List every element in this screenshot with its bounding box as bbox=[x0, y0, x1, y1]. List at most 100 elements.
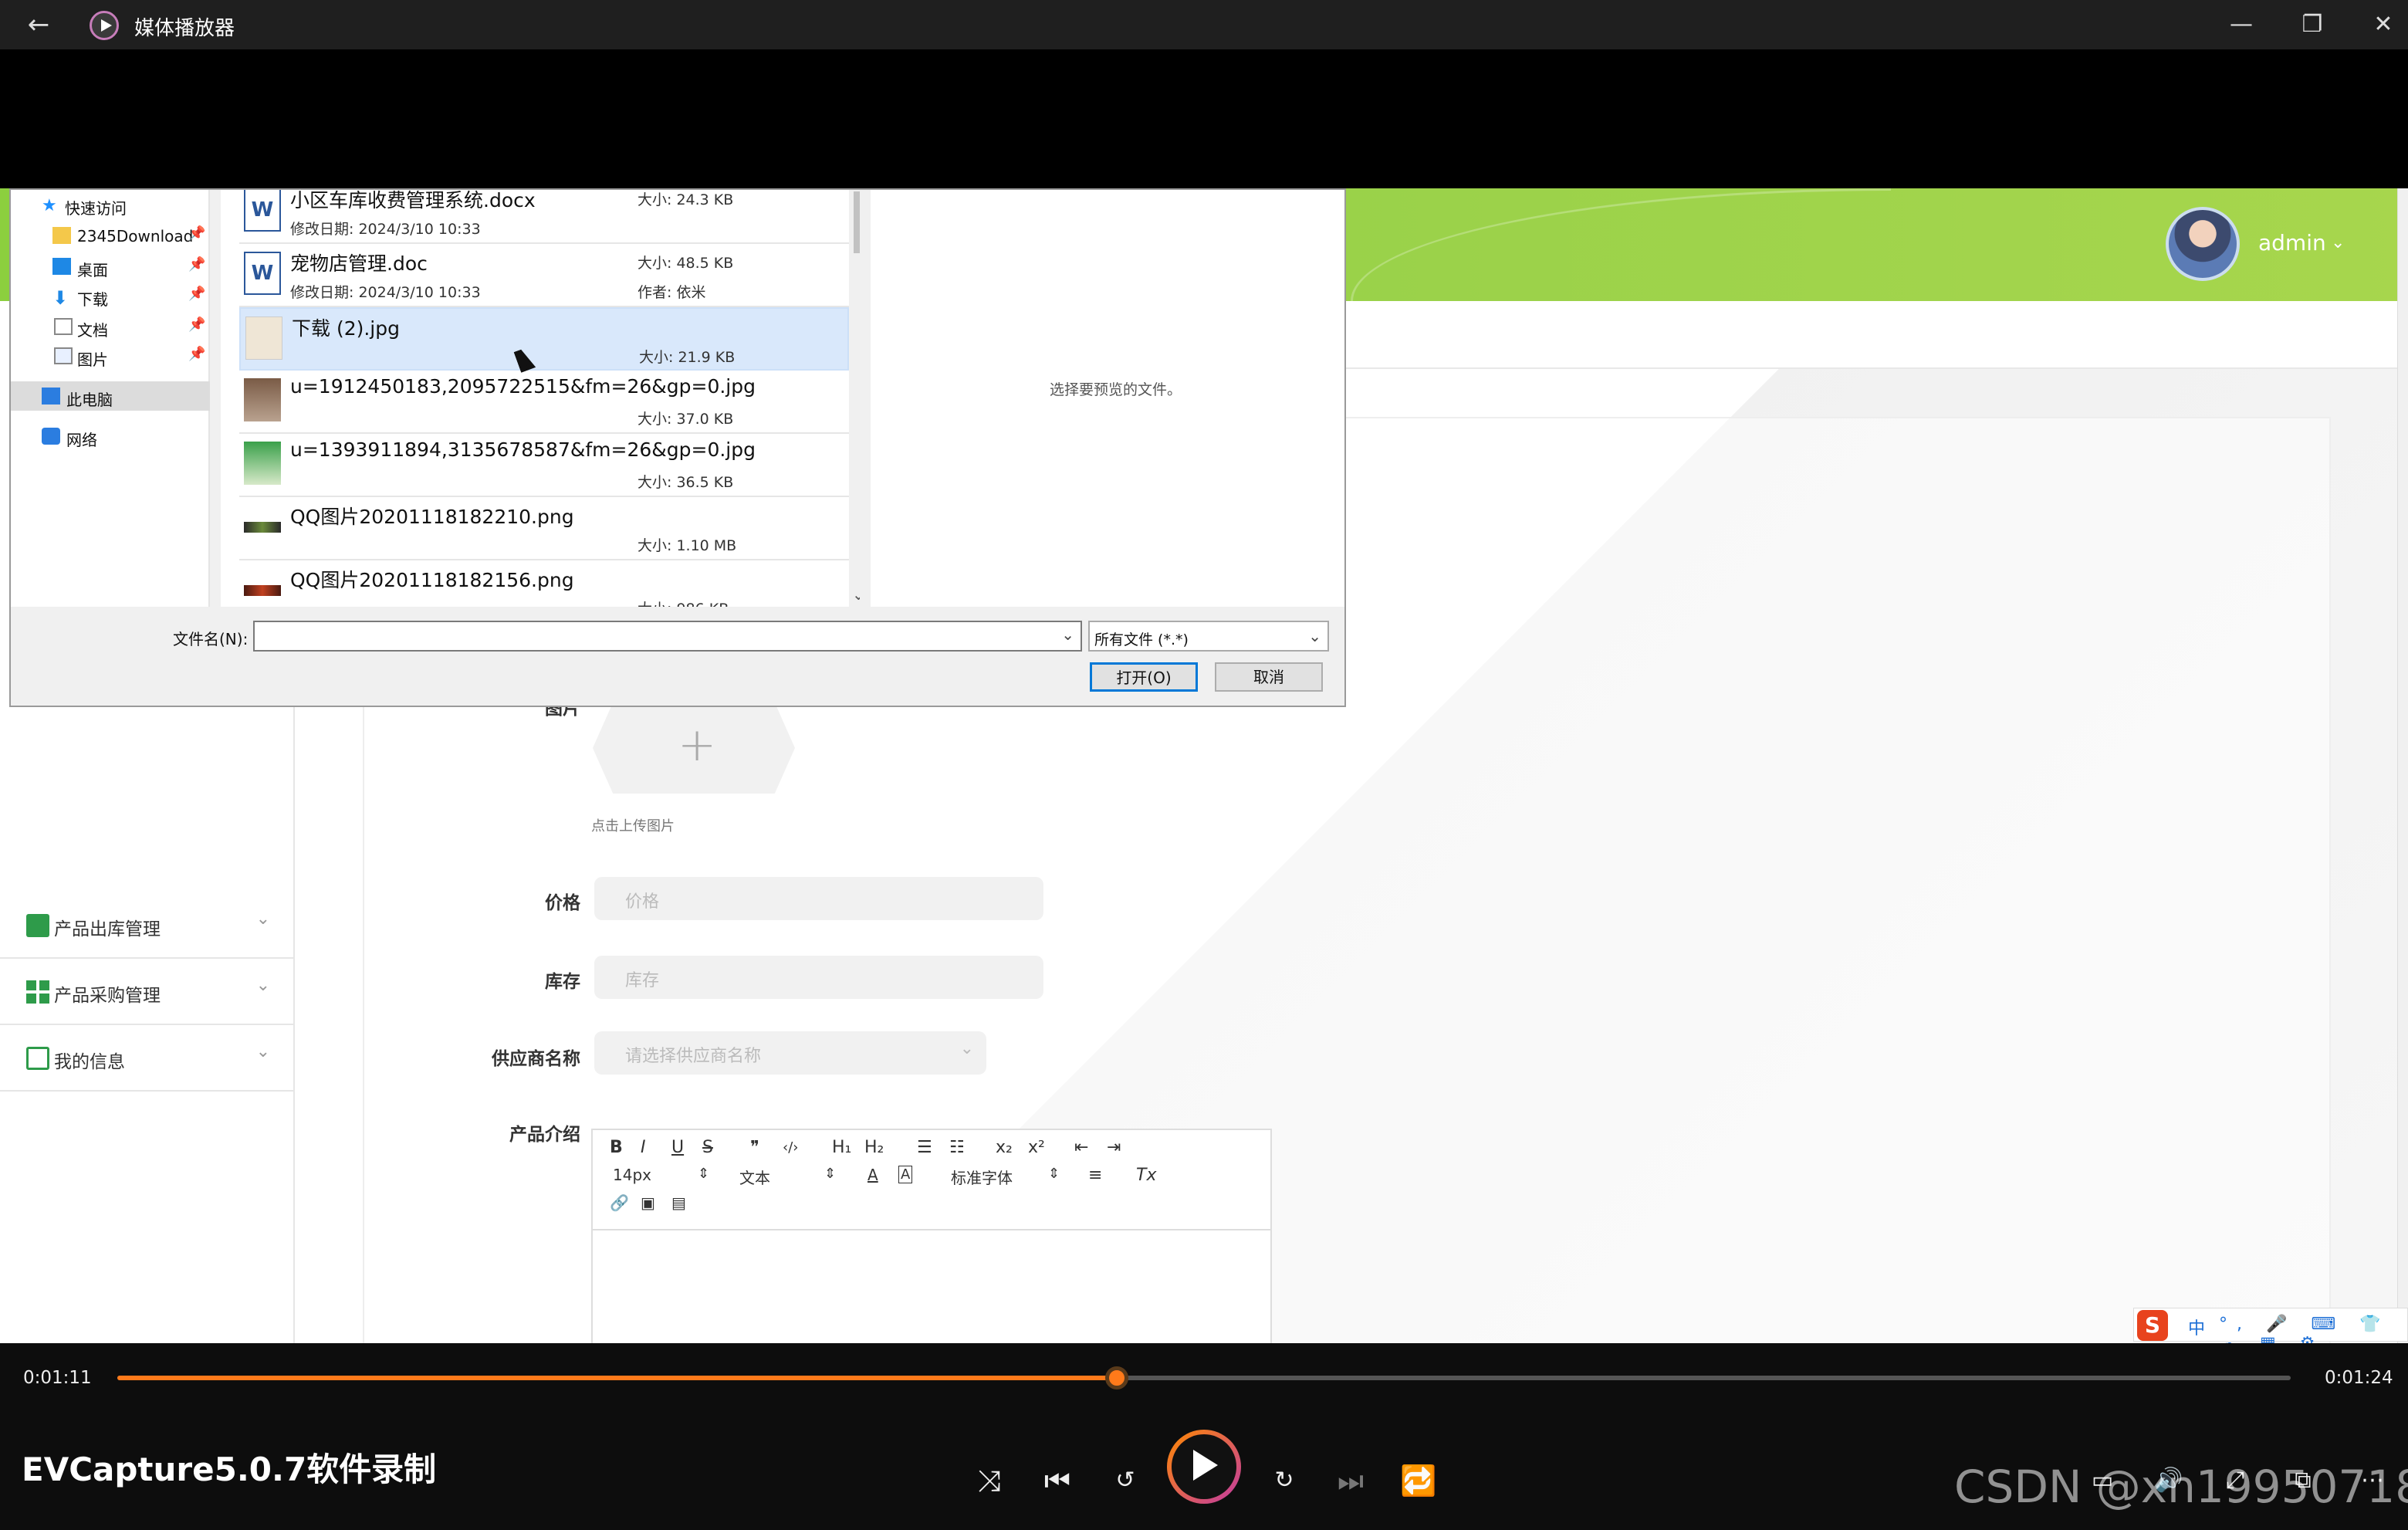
list-item[interactable]: QQ图片20201118182156.png 大小: 986 KB bbox=[239, 560, 849, 607]
sidebar-item-outbound[interactable]: 产品出库管理 ⌄ bbox=[0, 892, 293, 959]
bullet-list-icon[interactable]: ☷ bbox=[949, 1138, 965, 1157]
price-input[interactable]: 价格 bbox=[594, 877, 1043, 920]
ime-toolbar[interactable]: S 中 °, 🎤 ⌨ 👕 ☁ ▦ ⚙ bbox=[2133, 1308, 2408, 1353]
card-icon bbox=[26, 1047, 49, 1070]
clear-format-icon[interactable]: Tx bbox=[1136, 1166, 1156, 1185]
filetype-value: 所有文件 (*.*) bbox=[1094, 631, 1189, 648]
next-icon[interactable]: ⏭ bbox=[1329, 1459, 1372, 1502]
file-size: 大小: 21.9 KB bbox=[639, 349, 736, 366]
text-type-select[interactable]: 文本 bbox=[739, 1166, 770, 1188]
computer-icon bbox=[42, 388, 60, 405]
file-list-scrollbar[interactable]: ⌄ bbox=[849, 190, 860, 607]
link-icon[interactable]: 🔗 bbox=[610, 1193, 629, 1212]
chevron-down-icon[interactable]: ⌄ bbox=[2331, 233, 2345, 252]
filename-input[interactable]: ⌄ bbox=[253, 621, 1082, 652]
list-item[interactable]: W 小区车库收费管理系统.docx 修改日期: 2024/3/10 10:33 … bbox=[239, 190, 849, 244]
forward-30-icon[interactable]: ↻ bbox=[1263, 1459, 1306, 1502]
play-button[interactable] bbox=[1167, 1430, 1241, 1504]
video-title: EVCapture5.0.7软件录制 bbox=[22, 1450, 437, 1488]
file-modified: 修改日期: 2024/3/10 10:33 bbox=[290, 284, 481, 301]
ordered-list-icon[interactable]: ☰ bbox=[917, 1138, 932, 1157]
folder-icon bbox=[52, 227, 71, 244]
nav-pictures[interactable]: 图片 📌 bbox=[11, 341, 210, 371]
close-button[interactable]: ✕ bbox=[2360, 5, 2406, 45]
nav-documents[interactable]: 文档 📌 bbox=[11, 312, 210, 341]
nav-quick-access[interactable]: ★ 快速访问 bbox=[11, 190, 210, 219]
sidebar-item-label: 产品采购管理 bbox=[54, 986, 161, 1006]
nav-desktop[interactable]: 桌面 📌 bbox=[11, 252, 210, 281]
nav-this-pc[interactable]: 此电脑 bbox=[11, 381, 210, 411]
nav-downloads[interactable]: ⬇ 下载 📌 bbox=[11, 281, 210, 310]
sogou-logo-icon: S bbox=[2137, 1310, 2168, 1341]
rich-text-editor[interactable]: B I U S ❞ ‹/› H₁ H₂ ☰ ☷ x₂ x² ⇤ ⇥ 14px ⇕… bbox=[591, 1129, 1272, 1343]
underline-icon[interactable]: U bbox=[671, 1138, 684, 1157]
filetype-select[interactable]: 所有文件 (*.*) ⌄ bbox=[1088, 621, 1329, 652]
heading1-icon[interactable]: H₁ bbox=[832, 1138, 851, 1157]
list-item[interactable]: u=1393911894,3135678587&fm=26&gp=0.jpg 大… bbox=[239, 434, 849, 497]
strikethrough-icon[interactable]: S bbox=[702, 1138, 713, 1157]
intro-label: 产品介绍 bbox=[509, 1125, 580, 1145]
align-icon[interactable]: ≡ bbox=[1088, 1166, 1102, 1185]
file-name: QQ图片20201118182210.png bbox=[290, 506, 574, 528]
back-arrow-icon[interactable]: ← bbox=[22, 8, 56, 42]
file-name: QQ图片20201118182156.png bbox=[290, 569, 574, 591]
ime-language[interactable]: 中 bbox=[2188, 1315, 2205, 1339]
open-button[interactable]: 打开(O) bbox=[1090, 662, 1198, 692]
nav-2345download[interactable]: 2345Download 📌 bbox=[11, 221, 210, 250]
superscript-icon[interactable]: x² bbox=[1028, 1138, 1045, 1157]
chevron-down-icon[interactable]: ⌄ bbox=[852, 585, 860, 604]
previous-icon[interactable]: ⏮ bbox=[1036, 1459, 1079, 1502]
quote-icon[interactable]: ❞ bbox=[750, 1138, 759, 1157]
repeat-icon[interactable]: 🔁 bbox=[1397, 1459, 1440, 1502]
heading2-icon[interactable]: H₂ bbox=[864, 1138, 884, 1157]
file-name: u=1912450183,2095722515&fm=26&gp=0.jpg bbox=[290, 375, 756, 398]
avatar[interactable] bbox=[2166, 207, 2240, 281]
list-item[interactable]: W 宠物店管理.doc 修改日期: 2024/3/10 10:33 大小: 48… bbox=[239, 244, 849, 307]
code-icon[interactable]: ‹/› bbox=[783, 1139, 798, 1156]
shuffle-icon[interactable]: ⤨ bbox=[968, 1459, 1011, 1502]
subscript-icon[interactable]: x₂ bbox=[996, 1138, 1013, 1157]
bold-icon[interactable]: B bbox=[610, 1138, 623, 1157]
checkbox-icon bbox=[26, 914, 49, 937]
rewind-10-icon[interactable]: ↺ bbox=[1104, 1459, 1147, 1502]
font-family-select[interactable]: 标准字体 bbox=[951, 1166, 1013, 1188]
sidebar-item-purchase[interactable]: 产品采购管理 ⌄ bbox=[0, 959, 293, 1025]
nav-network[interactable]: 网络 bbox=[11, 421, 210, 451]
seek-bar[interactable] bbox=[117, 1366, 2291, 1390]
seek-handle[interactable] bbox=[1105, 1366, 1129, 1390]
file-size: 大小: 24.3 KB bbox=[638, 191, 734, 208]
image-thumbnail-icon bbox=[244, 585, 281, 596]
file-modified: 修改日期: 2024/3/10 10:33 bbox=[290, 221, 481, 238]
list-item[interactable]: u=1912450183,2095722515&fm=26&gp=0.jpg 大… bbox=[239, 371, 849, 434]
sidebar-item-my-info[interactable]: 我的信息 ⌄ bbox=[0, 1025, 293, 1092]
minimize-button[interactable]: — bbox=[2218, 5, 2264, 45]
image-upload-button[interactable]: + bbox=[593, 702, 795, 794]
image-thumbnail-icon bbox=[244, 378, 281, 421]
font-color-icon[interactable]: A bbox=[867, 1166, 878, 1184]
supplier-select[interactable]: 请选择供应商名称 ⌄ bbox=[594, 1031, 986, 1075]
file-author: 作者: 依米 bbox=[638, 284, 706, 301]
nav-label: 此电脑 bbox=[66, 391, 113, 409]
scrollbar-thumb[interactable] bbox=[854, 191, 860, 253]
file-name: 宠物店管理.doc bbox=[290, 252, 428, 275]
list-item[interactable]: QQ图片20201118182210.png 大小: 1.10 MB bbox=[239, 497, 849, 560]
list-item-selected[interactable]: 下载 (2).jpg 大小: 21.9 KB bbox=[239, 307, 849, 371]
italic-icon[interactable]: I bbox=[641, 1138, 646, 1157]
cancel-button[interactable]: 取消 bbox=[1215, 662, 1323, 692]
user-name[interactable]: admin bbox=[2258, 230, 2326, 256]
navigation-pane: ★ 快速访问 2345Download 📌 桌面 📌 ⬇ 下载 📌 文档 📌 图… bbox=[11, 190, 210, 607]
stock-input[interactable]: 库存 bbox=[594, 956, 1043, 999]
page-scrollbar[interactable] bbox=[2397, 188, 2408, 1343]
desktop-icon bbox=[52, 258, 71, 275]
chevron-down-icon[interactable]: ⌄ bbox=[1061, 625, 1074, 644]
font-size-select[interactable]: 14px bbox=[613, 1166, 651, 1184]
sidebar-item-label: 产品出库管理 bbox=[54, 919, 161, 939]
upload-hint: 点击上传图片 bbox=[591, 818, 675, 834]
indent-icon[interactable]: ⇥ bbox=[1107, 1138, 1121, 1157]
nav-label: 文档 bbox=[77, 321, 108, 340]
image-icon[interactable]: ▣ bbox=[641, 1193, 655, 1212]
highlight-color-icon[interactable]: A bbox=[898, 1166, 913, 1183]
outdent-icon[interactable]: ⇤ bbox=[1074, 1138, 1088, 1157]
restore-button[interactable]: ❐ bbox=[2289, 5, 2335, 45]
video-icon[interactable]: ▤ bbox=[671, 1193, 686, 1212]
